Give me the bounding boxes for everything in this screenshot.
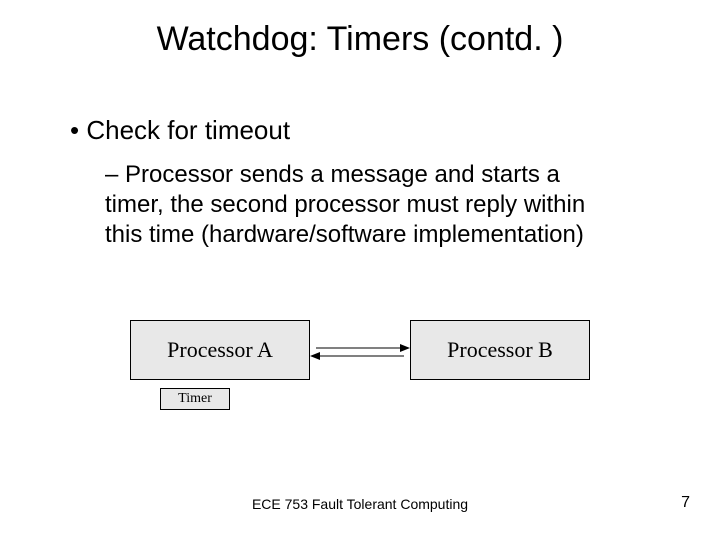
processor-b-box: Processor B <box>410 320 590 380</box>
processor-b-label: Processor B <box>447 337 553 363</box>
diagram: Processor A Processor B Timer <box>130 320 590 430</box>
page-number: 7 <box>681 494 690 512</box>
slide-title: Watchdog: Timers (contd. ) <box>0 20 720 59</box>
subbullet-1: Processor sends a message and starts a t… <box>105 160 625 250</box>
processor-a-box: Processor A <box>130 320 310 380</box>
bullet-1: Check for timeout <box>70 115 290 146</box>
footer-text: ECE 753 Fault Tolerant Computing <box>0 496 720 512</box>
bidirectional-arrow-icon <box>310 342 410 362</box>
timer-label: Timer <box>178 391 212 407</box>
subbullet-1-text: Processor sends a message and starts a t… <box>105 161 585 248</box>
timer-box: Timer <box>160 388 230 410</box>
bullet-1-text: Check for timeout <box>86 115 290 145</box>
slide: Watchdog: Timers (contd. ) Check for tim… <box>0 0 720 540</box>
processor-a-label: Processor A <box>167 337 273 363</box>
